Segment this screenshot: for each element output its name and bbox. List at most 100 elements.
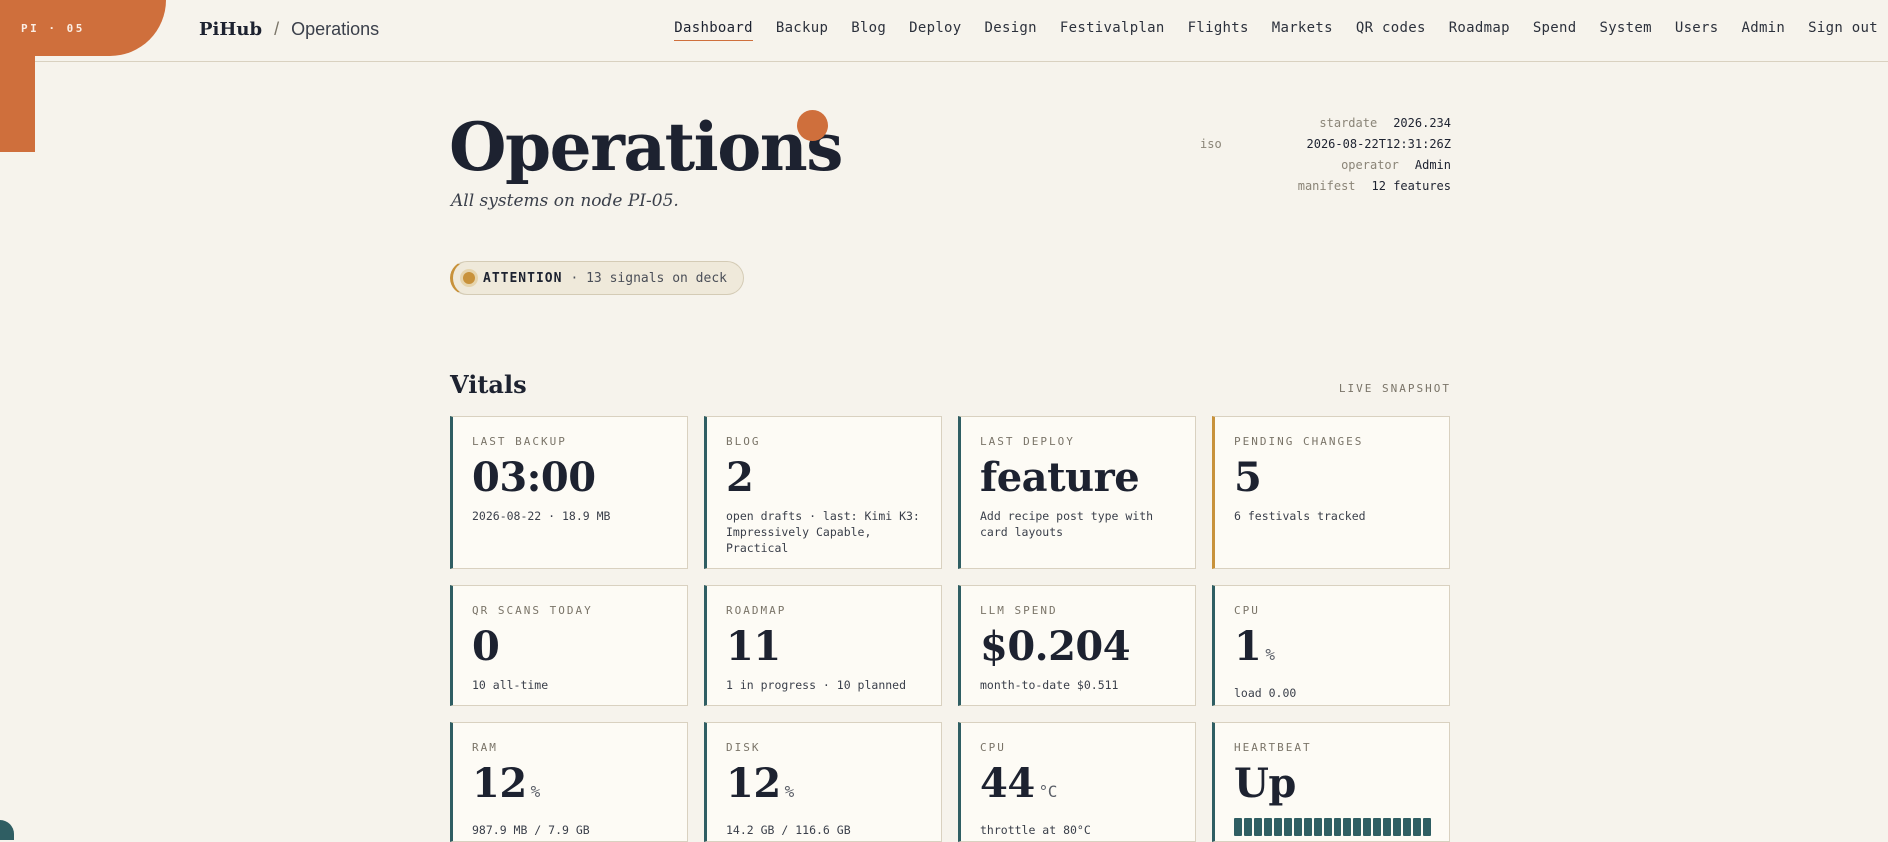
card-cpu-temp[interactable]: CPU 44°C throttle at 80°C bbox=[958, 722, 1196, 842]
meta-value: 12 features bbox=[1372, 176, 1451, 197]
heartbeat-bar bbox=[1304, 818, 1312, 836]
attention-dot-icon bbox=[463, 272, 475, 284]
breadcrumb-page: Operations bbox=[291, 19, 379, 40]
main-nav: Dashboard Backup Blog Deploy Design Fest… bbox=[674, 20, 1878, 41]
nav-item-admin[interactable]: Admin bbox=[1742, 20, 1786, 41]
card-label: DISK bbox=[726, 741, 923, 754]
card-ram[interactable]: RAM 12% 987.9 MB / 7.9 GB bbox=[450, 722, 688, 842]
card-value: feature bbox=[980, 456, 1177, 500]
heartbeat-bar bbox=[1373, 818, 1381, 836]
card-note: 14.2 GB / 116.6 GB bbox=[726, 822, 923, 838]
attention-badge[interactable]: ATTENTION · 13 signals on deck bbox=[450, 261, 744, 295]
meta-panel: stardate 2026.234 iso 2026-08-22T12:31:2… bbox=[1200, 113, 1451, 197]
card-label: LAST DEPLOY bbox=[980, 435, 1177, 448]
card-note: month-to-date $0.511 bbox=[980, 677, 1177, 693]
vitals-grid: LAST BACKUP 03:00 2026-08-22 · 18.9 MB B… bbox=[450, 416, 1451, 842]
card-note: 1 in progress · 10 planned bbox=[726, 677, 923, 693]
heartbeat-bar bbox=[1363, 818, 1371, 836]
meta-key: operator bbox=[1341, 155, 1399, 176]
card-value: 2 bbox=[726, 456, 923, 500]
card-label: HEARTBEAT bbox=[1234, 741, 1431, 754]
card-note: throttle at 80°C bbox=[980, 822, 1177, 838]
nav-item-spend[interactable]: Spend bbox=[1533, 20, 1577, 41]
card-label: QR SCANS TODAY bbox=[472, 604, 669, 617]
card-last-deploy[interactable]: LAST DEPLOY feature Add recipe post type… bbox=[958, 416, 1196, 569]
meta-row-manifest: manifest 12 features bbox=[1200, 176, 1451, 197]
card-unit: % bbox=[1265, 645, 1274, 664]
heartbeat-bar bbox=[1413, 818, 1421, 836]
nav-item-deploy[interactable]: Deploy bbox=[909, 20, 961, 41]
card-heartbeat[interactable]: HEARTBEAT Up bbox=[1212, 722, 1450, 842]
card-value-number: 1 bbox=[1234, 623, 1261, 670]
heartbeat-bar bbox=[1314, 818, 1322, 836]
brand-name[interactable]: PiHub bbox=[199, 19, 262, 40]
card-label: ROADMAP bbox=[726, 604, 923, 617]
card-label: PENDING CHANGES bbox=[1234, 435, 1431, 448]
nav-item-users[interactable]: Users bbox=[1675, 20, 1719, 41]
card-qr-scans[interactable]: QR SCANS TODAY 0 10 all-time bbox=[450, 585, 688, 706]
top-header: PiHub / Operations Dashboard Backup Blog… bbox=[0, 0, 1888, 62]
nav-item-festivalplan[interactable]: Festivalplan bbox=[1060, 20, 1165, 41]
card-roadmap[interactable]: ROADMAP 11 1 in progress · 10 planned bbox=[704, 585, 942, 706]
card-value: 1% bbox=[1234, 625, 1431, 677]
nav-item-backup[interactable]: Backup bbox=[776, 20, 828, 41]
nav-item-markets[interactable]: Markets bbox=[1272, 20, 1333, 41]
card-value-number: 12 bbox=[726, 760, 781, 807]
nav-item-roadmap[interactable]: Roadmap bbox=[1449, 20, 1510, 41]
heartbeat-bars bbox=[1234, 818, 1431, 836]
nav-item-design[interactable]: Design bbox=[985, 20, 1037, 41]
heartbeat-bar bbox=[1284, 818, 1292, 836]
meta-row-iso: iso 2026-08-22T12:31:26Z bbox=[1200, 134, 1451, 155]
heartbeat-bar bbox=[1343, 818, 1351, 836]
card-last-backup[interactable]: LAST BACKUP 03:00 2026-08-22 · 18.9 MB bbox=[450, 416, 688, 569]
card-value: $0.204 bbox=[980, 625, 1177, 669]
card-note: 987.9 MB / 7.9 GB bbox=[472, 822, 669, 838]
card-llm-spend[interactable]: LLM SPEND $0.204 month-to-date $0.511 bbox=[958, 585, 1196, 706]
card-value: 11 bbox=[726, 625, 923, 669]
attention-label: ATTENTION bbox=[483, 271, 562, 286]
card-value: 03:00 bbox=[472, 456, 669, 500]
heartbeat-bar bbox=[1353, 818, 1361, 836]
nav-item-qr-codes[interactable]: QR codes bbox=[1356, 20, 1426, 41]
nav-item-blog[interactable]: Blog bbox=[851, 20, 886, 41]
card-label: CPU bbox=[1234, 604, 1431, 617]
card-note: open drafts · last: Kimi K3: Impressivel… bbox=[726, 508, 923, 556]
heartbeat-bar bbox=[1254, 818, 1262, 836]
breadcrumb-separator: / bbox=[274, 19, 279, 40]
card-label: RAM bbox=[472, 741, 669, 754]
card-value: 44°C bbox=[980, 762, 1177, 814]
heartbeat-bar bbox=[1294, 818, 1302, 836]
card-label: CPU bbox=[980, 741, 1177, 754]
card-unit: % bbox=[531, 782, 540, 801]
corner-accent bbox=[0, 820, 14, 840]
card-value: 5 bbox=[1234, 456, 1431, 500]
meta-key: iso bbox=[1200, 134, 1222, 155]
section-tag: LIVE SNAPSHOT bbox=[1339, 382, 1451, 395]
card-cpu-load[interactable]: CPU 1% load 0.00 bbox=[1212, 585, 1450, 706]
card-value: 0 bbox=[472, 625, 669, 669]
card-note: 10 all-time bbox=[472, 677, 669, 693]
nav-item-dashboard[interactable]: Dashboard bbox=[674, 20, 753, 41]
card-unit: % bbox=[785, 782, 794, 801]
meta-key: manifest bbox=[1298, 176, 1356, 197]
meta-row-operator: operator Admin bbox=[1200, 155, 1451, 176]
nav-item-system[interactable]: System bbox=[1599, 20, 1651, 41]
card-unit: °C bbox=[1039, 782, 1057, 801]
page-title: Operations bbox=[449, 108, 842, 186]
meta-value: 2026.234 bbox=[1393, 113, 1451, 134]
section-title: Vitals bbox=[450, 370, 527, 399]
card-pending-changes[interactable]: PENDING CHANGES 5 6 festivals tracked bbox=[1212, 416, 1450, 569]
card-value-number: 12 bbox=[472, 760, 527, 807]
card-blog[interactable]: BLOG 2 open drafts · last: Kimi K3: Impr… bbox=[704, 416, 942, 569]
nav-item-flights[interactable]: Flights bbox=[1188, 20, 1249, 41]
sign-out-link[interactable]: Sign out bbox=[1808, 20, 1878, 41]
heartbeat-bar bbox=[1383, 818, 1391, 836]
page-subtitle: All systems on node PI-05. bbox=[451, 191, 679, 211]
heartbeat-bar bbox=[1264, 818, 1272, 836]
card-note: 2026-08-22 · 18.9 MB bbox=[472, 508, 669, 524]
card-note: Add recipe post type with card layouts bbox=[980, 508, 1177, 540]
card-note: load 0.00 bbox=[1234, 685, 1431, 701]
card-disk[interactable]: DISK 12% 14.2 GB / 116.6 GB bbox=[704, 722, 942, 842]
meta-row-stardate: stardate 2026.234 bbox=[1200, 113, 1451, 134]
heartbeat-bar bbox=[1234, 818, 1242, 836]
